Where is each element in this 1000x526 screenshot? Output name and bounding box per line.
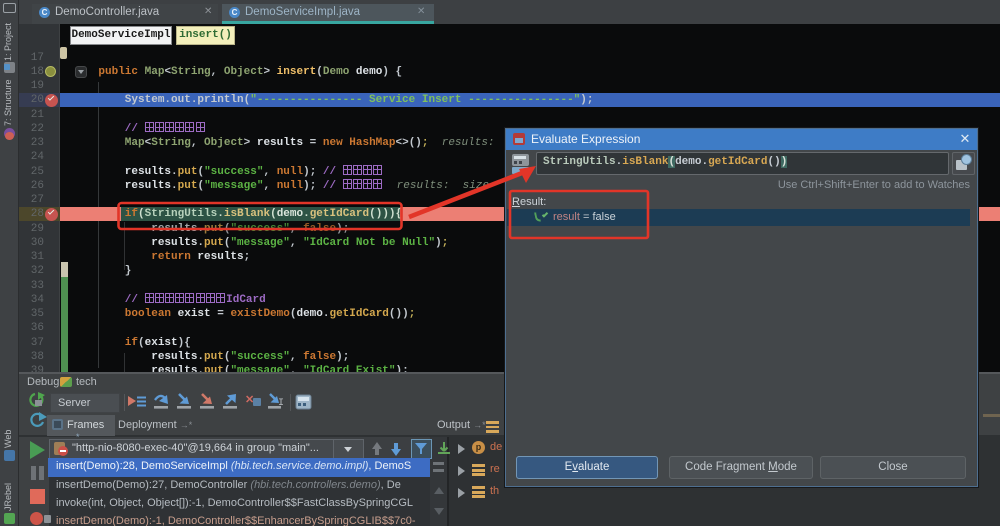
svg-text:✕: ✕ — [245, 394, 254, 406]
